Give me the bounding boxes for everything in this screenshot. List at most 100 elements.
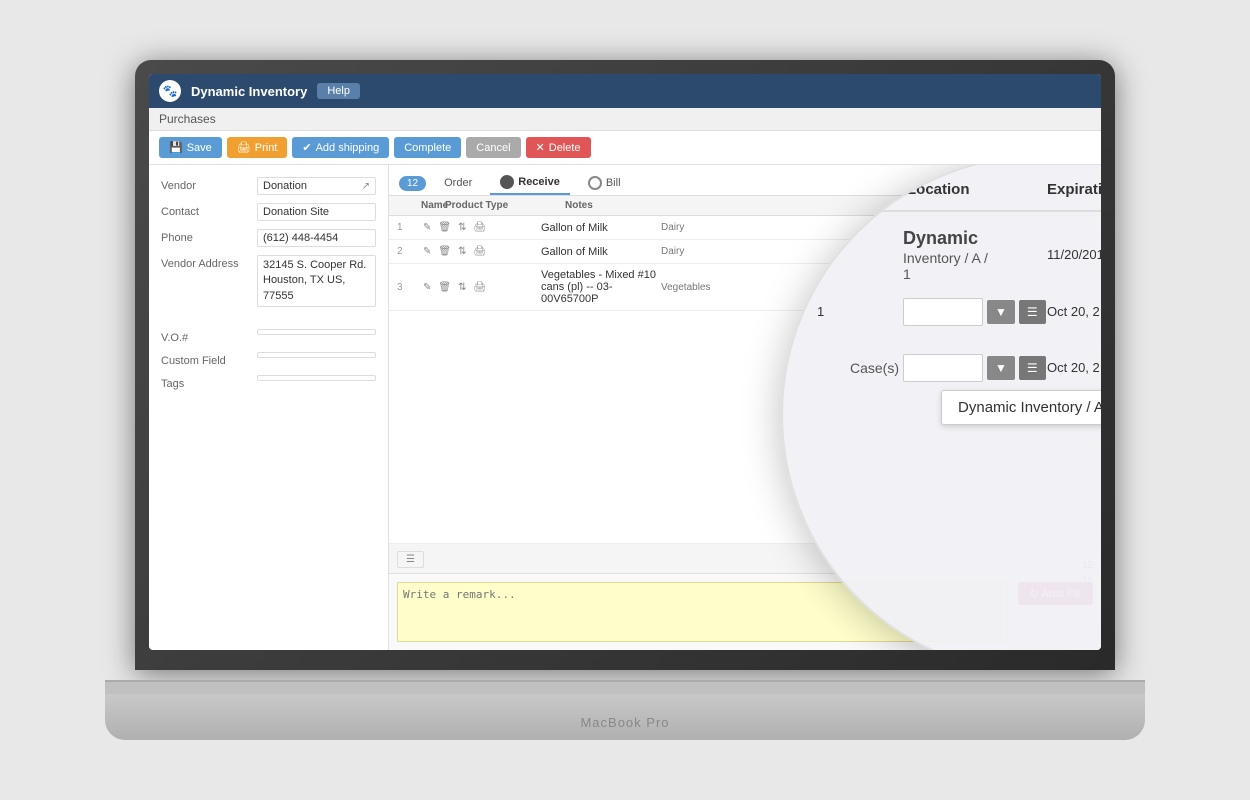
phone-field-row: Phone (612) 448-4454 — [161, 229, 376, 247]
col-type: Product Type — [445, 200, 565, 211]
print-button[interactable]: 🖨 Print — [227, 137, 288, 158]
col-name: Name — [421, 200, 445, 211]
address-label: Vendor Address — [161, 255, 251, 270]
address-input[interactable]: 32145 S. Cooper Rd. Houston, TX US, 7755… — [257, 255, 376, 307]
main-content: Vendor Donation ↗ Contact Donation Site — [149, 165, 1101, 650]
app-container: 🐾 Dynamic Inventory Help Purchases 💾 Sav… — [149, 74, 1101, 650]
product-name: Gallon of Milk — [541, 246, 661, 258]
tab-order[interactable]: Order — [434, 173, 482, 193]
location-line1: Dynamic — [903, 228, 1043, 250]
trash-icon[interactable]: 🗑 — [436, 221, 453, 234]
row-number: 1 — [397, 222, 421, 233]
custom-input[interactable] — [257, 352, 376, 358]
laptop-screen: 🐾 Dynamic Inventory Help Purchases 💾 Sav… — [135, 60, 1115, 670]
expiration-date-3: Oct 20, 2 — [1043, 356, 1101, 379]
order-badge: 12 — [399, 176, 426, 191]
vo-label: V.O.# — [161, 329, 251, 344]
mag-row-1: Dynamic Inventory / A / 1 11/20/2017 10/… — [813, 228, 1101, 282]
tab-receive[interactable]: Receive — [490, 171, 570, 195]
suggestion-box[interactable]: Dynamic Inventory / A / 1 — [941, 390, 1101, 425]
row-actions: ✎ 🗑 ⇅ 🖨 — [421, 281, 541, 294]
vendor-label: Vendor — [161, 177, 251, 192]
page-title: Purchases — [159, 112, 216, 126]
save-icon: 💾 — [169, 141, 183, 154]
cases-label: Case(s) — [813, 356, 903, 380]
tags-label: Tags — [161, 375, 251, 390]
app-name: Dynamic Inventory — [191, 84, 307, 99]
contact-label: Contact — [161, 203, 251, 218]
check-icon: ✔ — [302, 141, 311, 154]
vendor-field-row: Vendor Donation ↗ — [161, 177, 376, 195]
print-row-icon[interactable]: 🖨 — [471, 245, 488, 258]
print-row-icon[interactable]: 🖨 — [471, 281, 488, 294]
product-name: Gallon of Milk — [541, 222, 661, 234]
laptop-base: MacBook Pro — [105, 680, 1145, 740]
print-icon: 🖨 — [237, 141, 251, 154]
expiration-date-2: Oct 20, 2 — [1043, 300, 1101, 323]
phone-input[interactable]: (612) 448-4454 — [257, 229, 376, 247]
cancel-button[interactable]: Cancel — [466, 137, 520, 158]
edit-icon[interactable]: ✎ — [421, 245, 433, 258]
arrows-icon[interactable]: ⇅ — [456, 281, 468, 294]
menu-icon-button[interactable]: ☰ — [1019, 300, 1046, 324]
edit-icon[interactable]: ✎ — [421, 221, 433, 234]
location-dropdown-group: ▼ ☰ — [903, 298, 1043, 326]
vo-input[interactable] — [257, 329, 376, 335]
arrows-icon[interactable]: ⇅ — [456, 221, 468, 234]
add-shipping-button[interactable]: ✔ Add shipping — [292, 137, 389, 158]
cases-dropdown-group: ▼ ☰ — [903, 354, 1043, 382]
nav-logo: 🐾 — [159, 80, 181, 102]
location-line2: Inventory / A / — [903, 250, 1043, 266]
bill-circle-icon — [588, 176, 602, 190]
delete-button[interactable]: ✕ Delete — [526, 137, 591, 158]
laptop-brand: MacBook Pro — [580, 715, 669, 730]
print-row-icon[interactable]: 🖨 — [471, 221, 488, 234]
row-actions: ✎ 🗑 ⇅ 🖨 — [421, 245, 541, 258]
contact-input[interactable]: Donation Site — [257, 203, 376, 221]
right-panel: 12 Order Receive Bill — [389, 165, 1101, 650]
dropdown-arrow-button[interactable]: ▼ — [987, 300, 1015, 324]
toolbar: 💾 Save 🖨 Print ✔ Add shipping Complete — [149, 131, 1101, 165]
tags-field-row: Tags — [161, 375, 376, 390]
location-line3: 1 — [903, 266, 1043, 282]
page-header: Purchases — [149, 108, 1101, 131]
complete-button[interactable]: Complete — [394, 137, 461, 158]
vendor-input[interactable]: Donation ↗ — [257, 177, 376, 195]
receive-circle-icon — [500, 175, 514, 189]
tab-bill[interactable]: Bill — [578, 172, 631, 194]
col-expiration: Expiration Date — [1043, 177, 1101, 202]
trash-icon[interactable]: 🗑 — [436, 245, 453, 258]
suggestion-row: Dynamic Inventory / A / 1 — [813, 390, 1101, 425]
address-field-row: Vendor Address 32145 S. Cooper Rd. Houst… — [161, 255, 376, 307]
screen-content: 🐾 Dynamic Inventory Help Purchases 💾 Sav… — [149, 74, 1101, 650]
tags-input[interactable] — [257, 375, 376, 381]
expiration-date-1: 11/20/2017 — [1043, 243, 1101, 266]
vo-field-row: V.O.# — [161, 329, 376, 344]
cases-input[interactable] — [903, 354, 983, 382]
top-nav: 🐾 Dynamic Inventory Help — [149, 74, 1101, 108]
product-name: Vegetables - Mixed #10 cans (pl) -- 03-0… — [541, 269, 661, 305]
contact-field-row: Contact Donation Site — [161, 203, 376, 221]
edit-icon[interactable]: ✎ — [421, 281, 433, 294]
row-number: 3 — [397, 282, 421, 293]
product-type: Vegetables — [661, 282, 741, 293]
save-button[interactable]: 💾 Save — [159, 137, 222, 158]
add-row-button[interactable]: ☰ — [397, 551, 424, 568]
trash-icon[interactable]: 🗑 — [436, 281, 453, 294]
cases-dropdown-arrow[interactable]: ▼ — [987, 356, 1015, 380]
uom-1-cell: 1 — [813, 300, 903, 323]
help-button[interactable]: Help — [317, 83, 360, 99]
row-actions: ✎ 🗑 ⇅ 🖨 — [421, 221, 541, 234]
custom-field-row: Custom Field — [161, 352, 376, 367]
cases-menu-icon[interactable]: ☰ — [1019, 356, 1046, 380]
x-icon: ✕ — [536, 141, 545, 154]
location-input[interactable] — [903, 298, 983, 326]
product-type: Dairy — [661, 246, 741, 257]
product-type: Dairy — [661, 222, 741, 233]
mag-row-2: 1 ▼ ☰ Oct 20, 2 — [813, 298, 1101, 326]
arrows-icon[interactable]: ⇅ — [456, 245, 468, 258]
row-number: 2 — [397, 246, 421, 257]
location-cell: Dynamic Inventory / A / 1 — [903, 228, 1043, 282]
mag-row-3: Case(s) ▼ ☰ Oct 20, 2 — [813, 354, 1101, 382]
phone-label: Phone — [161, 229, 251, 244]
